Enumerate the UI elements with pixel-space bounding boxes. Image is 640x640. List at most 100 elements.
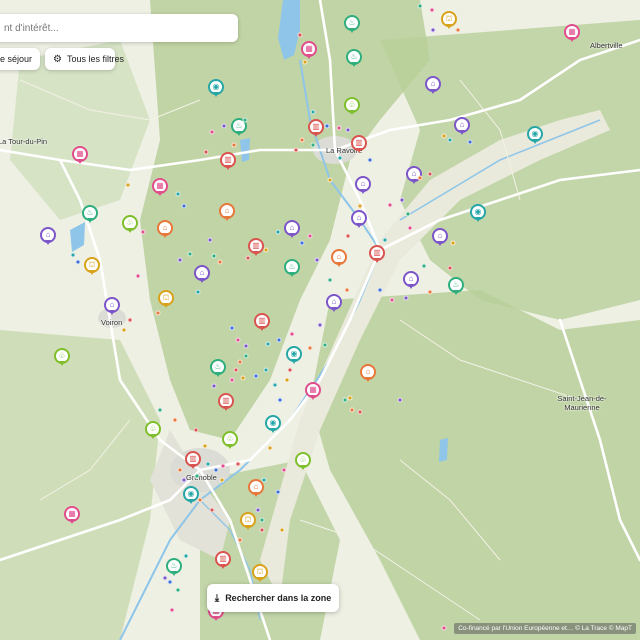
- poi-marker[interactable]: ⌂: [194, 265, 210, 284]
- poi-marker[interactable]: ▥: [185, 451, 201, 470]
- poi-marker[interactable]: ◉: [208, 79, 224, 98]
- poi-marker[interactable]: ♨: [448, 277, 464, 296]
- poi-marker[interactable]: ▥: [218, 393, 234, 412]
- poi-cluster-dot[interactable]: [195, 289, 201, 295]
- poi-cluster-dot[interactable]: [302, 59, 308, 65]
- poi-cluster-dot[interactable]: [229, 325, 235, 331]
- poi-cluster-dot[interactable]: [235, 461, 241, 467]
- poi-cluster-dot[interactable]: [430, 27, 436, 33]
- poi-cluster-dot[interactable]: [427, 289, 433, 295]
- poi-cluster-dot[interactable]: [75, 259, 81, 265]
- poi-cluster-dot[interactable]: [172, 417, 178, 423]
- poi-cluster-dot[interactable]: [441, 133, 447, 139]
- poi-cluster-dot[interactable]: [221, 123, 227, 129]
- poi-cluster-dot[interactable]: [307, 345, 313, 351]
- poi-cluster-dot[interactable]: [267, 445, 273, 451]
- poi-cluster-dot[interactable]: [209, 129, 215, 135]
- poi-cluster-dot[interactable]: [314, 257, 320, 263]
- poi-cluster-dot[interactable]: [322, 342, 328, 348]
- poi-cluster-dot[interactable]: [175, 587, 181, 593]
- poi-cluster-dot[interactable]: [310, 109, 316, 115]
- poi-cluster-dot[interactable]: [197, 497, 203, 503]
- poi-marker[interactable]: ♧: [122, 215, 138, 234]
- poi-cluster-dot[interactable]: [243, 353, 249, 359]
- poi-cluster-dot[interactable]: [337, 155, 343, 161]
- poi-cluster-dot[interactable]: [181, 477, 187, 483]
- poi-cluster-dot[interactable]: [450, 240, 456, 246]
- poi-marker[interactable]: ⌂: [104, 297, 120, 316]
- poi-marker[interactable]: ♧: [54, 348, 70, 367]
- poi-cluster-dot[interactable]: [345, 127, 351, 133]
- poi-cluster-dot[interactable]: [310, 142, 316, 148]
- poi-cluster-dot[interactable]: [177, 467, 183, 473]
- poi-cluster-dot[interactable]: [70, 252, 76, 258]
- poi-marker[interactable]: ⛫: [252, 564, 268, 583]
- poi-cluster-dot[interactable]: [193, 427, 199, 433]
- poi-cluster-dot[interactable]: [367, 157, 373, 163]
- poi-cluster-dot[interactable]: [253, 373, 259, 379]
- poi-cluster-dot[interactable]: [297, 32, 303, 38]
- poi-cluster-dot[interactable]: [327, 277, 333, 283]
- poi-marker[interactable]: ▦: [305, 382, 321, 401]
- poi-cluster-dot[interactable]: [427, 171, 433, 177]
- poi-marker[interactable]: ⛫: [158, 290, 174, 309]
- poi-cluster-dot[interactable]: [181, 203, 187, 209]
- poi-cluster-dot[interactable]: [183, 553, 189, 559]
- poi-cluster-dot[interactable]: [217, 259, 223, 265]
- poi-cluster-dot[interactable]: [240, 375, 246, 381]
- poi-cluster-dot[interactable]: [235, 337, 241, 343]
- poi-cluster-dot[interactable]: [259, 527, 265, 533]
- poi-cluster-dot[interactable]: [167, 579, 173, 585]
- poi-cluster-dot[interactable]: [203, 149, 209, 155]
- poi-marker[interactable]: ♨: [284, 259, 300, 278]
- poi-marker[interactable]: ◉: [470, 204, 486, 223]
- poi-cluster-dot[interactable]: [263, 247, 269, 253]
- poi-cluster-dot[interactable]: [277, 397, 283, 403]
- poi-cluster-dot[interactable]: [377, 287, 383, 293]
- poi-cluster-dot[interactable]: [293, 147, 299, 153]
- poi-cluster-dot[interactable]: [265, 341, 271, 347]
- poi-cluster-dot[interactable]: [407, 225, 413, 231]
- poi-cluster-dot[interactable]: [121, 327, 127, 333]
- poi-cluster-dot[interactable]: [357, 409, 363, 415]
- poi-marker[interactable]: ♨: [82, 205, 98, 224]
- poi-marker[interactable]: ⌂: [360, 364, 376, 383]
- poi-cluster-dot[interactable]: [417, 175, 423, 181]
- poi-cluster-dot[interactable]: [447, 265, 453, 271]
- poi-marker[interactable]: ▦: [564, 24, 580, 43]
- poi-cluster-dot[interactable]: [289, 331, 295, 337]
- poi-cluster-dot[interactable]: [327, 177, 333, 183]
- poi-marker[interactable]: ⌂: [355, 176, 371, 195]
- poi-cluster-dot[interactable]: [187, 251, 193, 257]
- poi-cluster-dot[interactable]: [233, 367, 239, 373]
- poi-cluster-dot[interactable]: [429, 7, 435, 13]
- poi-marker[interactable]: ♨: [344, 15, 360, 34]
- poi-cluster-dot[interactable]: [175, 191, 181, 197]
- poi-marker[interactable]: ⌂: [326, 294, 342, 313]
- poi-cluster-dot[interactable]: [344, 287, 350, 293]
- poi-cluster-dot[interactable]: [279, 527, 285, 533]
- poi-marker[interactable]: ♧: [295, 452, 311, 471]
- poi-marker[interactable]: ▥: [308, 119, 324, 138]
- poi-cluster-dot[interactable]: [324, 123, 330, 129]
- poi-marker[interactable]: ♨: [346, 49, 362, 68]
- poi-marker[interactable]: ⌂: [351, 210, 367, 229]
- poi-cluster-dot[interactable]: [307, 233, 313, 239]
- poi-marker[interactable]: ♧: [145, 421, 161, 440]
- poi-cluster-dot[interactable]: [255, 507, 261, 513]
- poi-cluster-dot[interactable]: [162, 575, 168, 581]
- poi-marker[interactable]: ◉: [286, 346, 302, 365]
- poi-marker[interactable]: ▥: [369, 245, 385, 264]
- poi-cluster-dot[interactable]: [447, 137, 453, 143]
- poi-marker[interactable]: ▥: [248, 238, 264, 257]
- poi-cluster-dot[interactable]: [135, 273, 141, 279]
- poi-cluster-dot[interactable]: [237, 359, 243, 365]
- poi-marker[interactable]: ◉: [265, 415, 281, 434]
- all-filters-button[interactable]: ⚙ Tous les filtres: [45, 48, 124, 70]
- poi-marker[interactable]: ⛫: [240, 512, 256, 531]
- poi-marker[interactable]: ▥: [254, 313, 270, 332]
- poi-cluster-dot[interactable]: [127, 317, 133, 323]
- poi-marker[interactable]: ▥: [220, 152, 236, 171]
- poi-marker[interactable]: ⌂: [403, 271, 419, 290]
- poi-marker[interactable]: ⌂: [219, 203, 235, 222]
